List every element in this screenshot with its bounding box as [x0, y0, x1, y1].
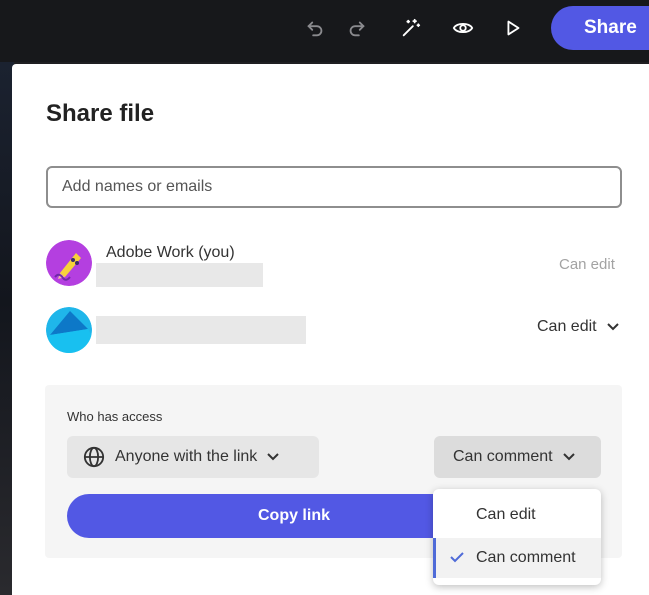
permission-label: Can edit: [559, 256, 615, 273]
person-name: Adobe Work (you): [106, 244, 235, 261]
link-permission-label: Can comment: [453, 448, 553, 465]
link-access-label: Anyone with the link: [115, 448, 258, 465]
link-permission-picker[interactable]: Can comment: [434, 436, 601, 478]
menu-item-can-edit[interactable]: Can edit: [433, 495, 601, 535]
permission-label: Can edit: [537, 318, 597, 335]
access-label: Who has access: [67, 409, 163, 424]
top-toolbar: Share: [0, 0, 649, 62]
chevron-down-icon: [562, 453, 575, 461]
chevron-down-icon: [267, 453, 280, 461]
user-avatar-icon: [46, 307, 92, 353]
permission-dropdown-menu: Can edit Can comment: [433, 489, 601, 585]
copy-link-label: Copy link: [257, 507, 330, 524]
menu-item-label: Can edit: [476, 506, 536, 523]
add-people-input[interactable]: Add names or emails: [46, 166, 622, 208]
menu-item-can-comment[interactable]: Can comment: [433, 538, 601, 578]
menu-item-label: Can comment: [476, 549, 576, 566]
play-icon[interactable]: [499, 14, 527, 42]
link-access-picker[interactable]: Anyone with the link: [67, 436, 319, 478]
checkmark-icon: [450, 552, 464, 563]
preview-eye-icon[interactable]: [449, 14, 477, 42]
redo-icon[interactable]: [343, 14, 371, 42]
magic-wand-icon[interactable]: [397, 14, 425, 42]
redacted-name: [96, 316, 306, 344]
redacted-email: [96, 263, 263, 287]
chevron-down-icon: [606, 323, 619, 331]
share-button[interactable]: Share: [551, 6, 649, 50]
dialog-title: Share file: [46, 100, 155, 127]
permission-picker[interactable]: Can edit: [537, 318, 619, 336]
undo-icon[interactable]: [301, 14, 329, 42]
globe-icon: [83, 446, 105, 468]
pencil-avatar-icon: [46, 240, 92, 286]
